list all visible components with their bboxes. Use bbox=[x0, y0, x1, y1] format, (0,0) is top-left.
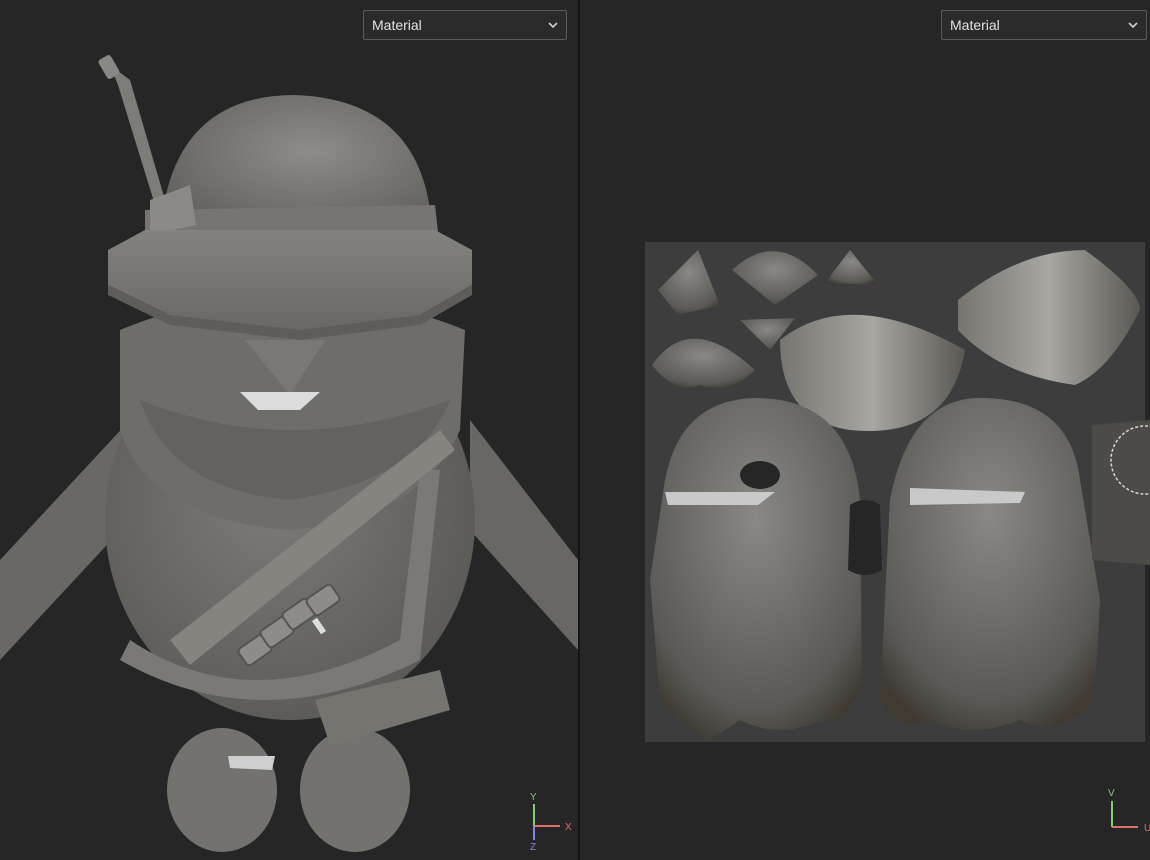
axis-gizmo-icon: Y X Z bbox=[530, 792, 572, 852]
uv-axis-gizmo-icon: V U bbox=[1108, 788, 1150, 834]
shading-mode-label: Material bbox=[372, 17, 422, 33]
uv-viewport[interactable]: Material V U bbox=[580, 0, 1150, 860]
shading-mode-select[interactable]: Material bbox=[363, 10, 567, 40]
3d-viewport[interactable]: Material Y X Z bbox=[0, 0, 578, 860]
v-axis-label: V bbox=[1108, 788, 1115, 799]
y-axis-label: Y bbox=[530, 792, 537, 803]
uv-shading-mode-select[interactable]: Material bbox=[941, 10, 1147, 40]
chevron-down-icon bbox=[1128, 22, 1138, 29]
uv-shading-mode-label: Material bbox=[950, 17, 1000, 33]
u-axis-label: U bbox=[1144, 823, 1150, 834]
uv-texture-map bbox=[645, 242, 1150, 742]
x-axis-label: X bbox=[565, 822, 572, 833]
character-model bbox=[0, 55, 578, 852]
z-axis-label: Z bbox=[530, 842, 536, 852]
chevron-down-icon bbox=[548, 22, 558, 29]
